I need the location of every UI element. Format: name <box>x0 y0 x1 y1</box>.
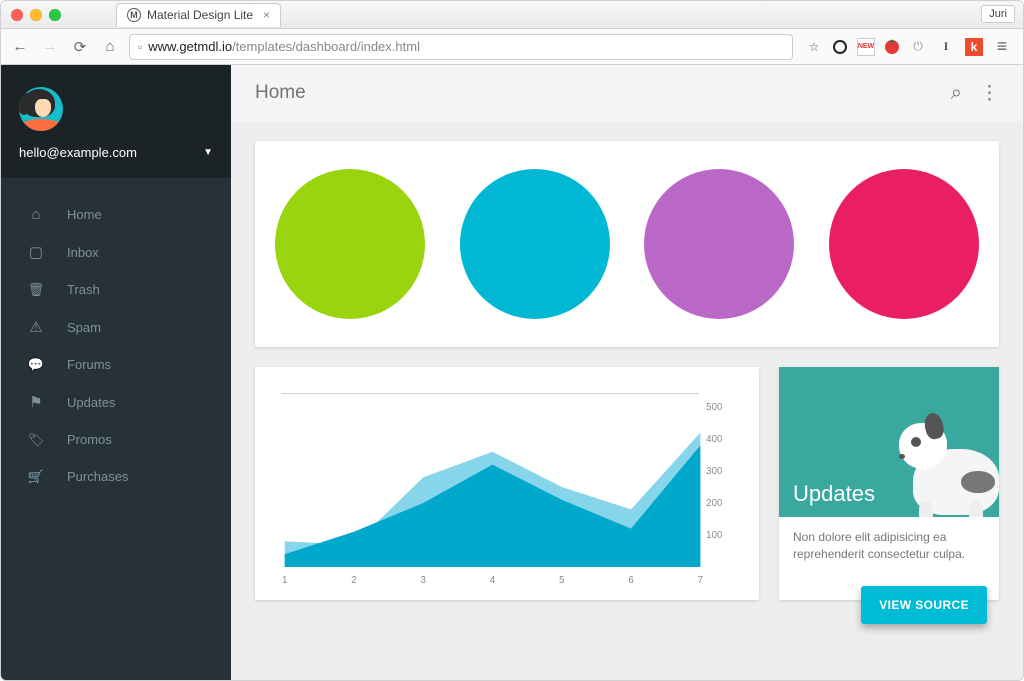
home-browser-icon[interactable]: ⌂ <box>99 38 121 55</box>
reload-icon[interactable]: ⟳ <box>69 38 91 56</box>
search-icon[interactable] <box>951 82 962 105</box>
svg-text:2: 2 <box>351 575 356 586</box>
account-email: hello@example.com <box>19 145 137 160</box>
sidebar-item-forums[interactable]: Forums <box>1 346 231 383</box>
titlebar: M Material Design Lite × Juri <box>1 1 1023 29</box>
minimize-window-icon[interactable] <box>30 9 42 21</box>
sidebar-item-trash[interactable]: Trash <box>1 271 231 308</box>
svg-text:500: 500 <box>706 402 723 413</box>
sidebar: hello@example.com ▼ Home Inbox Trash <box>1 65 231 680</box>
sidebar-item-label: Forums <box>67 357 111 372</box>
svg-text:300: 300 <box>706 466 723 477</box>
sidebar-item-inbox[interactable]: Inbox <box>1 233 231 271</box>
stat-circle-3 <box>644 169 794 319</box>
sidebar-item-label: Updates <box>67 395 115 410</box>
close-window-icon[interactable] <box>11 9 23 21</box>
url-path: /templates/dashboard/index.html <box>232 39 420 54</box>
svg-text:6: 6 <box>628 575 634 586</box>
svg-text:5: 5 <box>559 575 565 586</box>
second-row: 100 200 300 400 500 1 2 3 4 5 6 7 Updates <box>255 367 999 600</box>
sidebar-item-purchases[interactable]: Purchases <box>1 458 231 495</box>
svg-text:7: 7 <box>698 575 703 586</box>
svg-text:200: 200 <box>706 498 723 509</box>
browser-window: M Material Design Lite × Juri ← → ⟳ ⌂ ▫ … <box>0 0 1024 681</box>
svg-text:1: 1 <box>282 575 287 586</box>
page-icon: ▫ <box>138 40 142 54</box>
purchases-icon <box>27 468 45 485</box>
forward-icon: → <box>39 38 61 55</box>
sidebar-item-label: Purchases <box>67 469 128 484</box>
sidebar-item-label: Spam <box>67 320 101 335</box>
sidebar-item-label: Home <box>67 207 102 222</box>
extension-icons: NEW ✦ k <box>801 38 1015 56</box>
sidebar-header: hello@example.com ▼ <box>1 65 231 178</box>
address-bar[interactable]: ▫ www.getmdl.io/templates/dashboard/inde… <box>129 34 793 60</box>
stat-circle-2 <box>460 169 610 319</box>
svg-text:4: 4 <box>490 575 496 586</box>
back-icon[interactable]: ← <box>9 38 31 55</box>
chart-card: 100 200 300 400 500 1 2 3 4 5 6 7 <box>255 367 759 600</box>
tab-close-icon[interactable]: × <box>263 8 270 22</box>
sidebar-item-label: Trash <box>67 282 100 297</box>
sidebar-item-home[interactable]: Home <box>1 196 231 233</box>
extension-tomato-icon[interactable]: ✦ <box>885 40 899 54</box>
updates-icon <box>27 393 45 411</box>
updates-media: Updates <box>779 367 999 517</box>
trash-icon <box>27 281 45 298</box>
updates-body: Non dolore elit adipisicing ea reprehend… <box>779 517 999 575</box>
stat-circle-1 <box>275 169 425 319</box>
sidebar-item-label: Promos <box>67 432 112 447</box>
svg-text:400: 400 <box>706 434 723 445</box>
extension-info-icon[interactable] <box>937 38 955 56</box>
sidebar-item-spam[interactable]: Spam <box>1 308 231 346</box>
promos-icon <box>27 431 45 448</box>
sidebar-item-updates[interactable]: Updates <box>1 383 231 421</box>
browser-tab[interactable]: M Material Design Lite × <box>116 3 281 27</box>
browser-menu-icon[interactable] <box>993 38 1011 56</box>
chart-rule <box>281 393 699 394</box>
inbox-icon <box>27 243 45 261</box>
favicon-icon: M <box>127 8 141 22</box>
url-host: www.getmdl.io <box>148 39 232 54</box>
area-chart: 100 200 300 400 500 1 2 3 4 5 6 7 <box>275 387 739 587</box>
bookmark-icon[interactable] <box>805 38 823 56</box>
page-title: Home <box>255 82 306 104</box>
svg-text:100: 100 <box>706 530 723 541</box>
forums-icon <box>27 356 45 373</box>
view-source-button[interactable]: VIEW SOURCE <box>861 586 987 624</box>
updates-card: Updates Non dolore elit adipisicing ea r… <box>779 367 999 600</box>
dog-illustration <box>885 403 999 517</box>
spam-icon <box>27 318 45 336</box>
avatar[interactable] <box>19 87 63 131</box>
updates-title: Updates <box>793 481 875 507</box>
more-icon[interactable] <box>980 82 999 105</box>
extension-new-icon[interactable]: NEW <box>857 38 875 56</box>
home-icon <box>27 206 45 223</box>
chevron-down-icon: ▼ <box>203 147 213 158</box>
sidebar-item-promos[interactable]: Promos <box>1 421 231 458</box>
svg-text:3: 3 <box>421 575 427 586</box>
window-controls <box>11 9 61 21</box>
tab-title: Material Design Lite <box>147 8 253 22</box>
maximize-window-icon[interactable] <box>49 9 61 21</box>
extension-circle-icon[interactable] <box>833 40 847 54</box>
sidebar-item-label: Inbox <box>67 245 99 260</box>
sidebar-nav: Home Inbox Trash Spam Forums <box>1 178 231 513</box>
browser-toolbar: ← → ⟳ ⌂ ▫ www.getmdl.io/templates/dashbo… <box>1 29 1023 65</box>
appbar-actions <box>951 82 999 105</box>
account-switcher[interactable]: hello@example.com ▼ <box>19 145 213 160</box>
url-text: www.getmdl.io/templates/dashboard/index.… <box>148 39 420 54</box>
extension-power-icon[interactable] <box>909 38 927 56</box>
stat-circle-4 <box>829 169 979 319</box>
profile-badge[interactable]: Juri <box>981 5 1015 23</box>
circles-card <box>255 141 999 347</box>
extension-k-icon[interactable]: k <box>965 38 983 56</box>
appbar: Home <box>231 65 1023 121</box>
app-viewport: hello@example.com ▼ Home Inbox Trash <box>1 65 1023 680</box>
